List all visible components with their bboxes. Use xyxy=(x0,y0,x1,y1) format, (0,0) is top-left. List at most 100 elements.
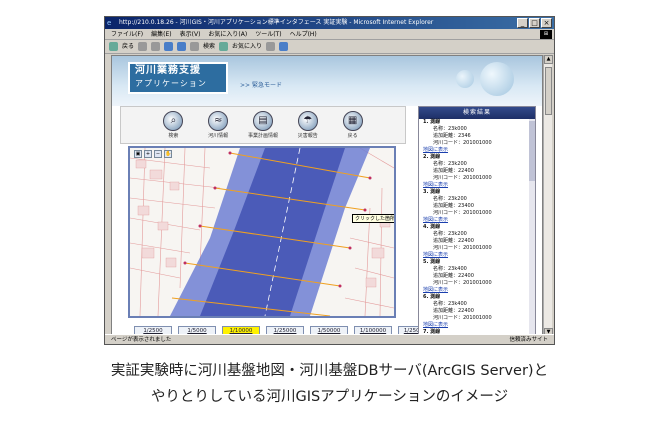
river-map[interactable] xyxy=(130,148,394,316)
result-code: 河川コード：201001000 xyxy=(433,245,492,251)
maximize-button[interactable]: □ xyxy=(529,18,540,28)
scroll-up-icon[interactable]: ▲ xyxy=(544,55,553,64)
security-zone: 信頼済みサイト xyxy=(509,337,548,343)
search-results-panel: 検索結果 1. 測線 名称：23k000 追加距離：2346 河川コード：201001… xyxy=(418,106,536,336)
result-code: 河川コード：201001000 xyxy=(433,140,492,146)
result-distance: 追加距離：22400 xyxy=(433,308,474,314)
river-info-button[interactable]: ≈ 河川情報 xyxy=(201,109,235,141)
show-on-map-link[interactable]: 地図に表示 xyxy=(423,287,535,294)
zoom-out-icon[interactable]: − xyxy=(154,150,162,158)
search-icon: ⌕ xyxy=(163,111,184,131)
ie-icon: e xyxy=(107,19,112,27)
menu-edit[interactable]: 編集(E) xyxy=(151,29,171,39)
result-number: 3. 測線 xyxy=(423,189,441,195)
result-name: 名称：23k200 xyxy=(433,231,467,237)
emergency-mode-link[interactable]: >> 緊急モード xyxy=(240,80,282,89)
search-button[interactable]: 検索 xyxy=(203,40,215,54)
forward-icon[interactable] xyxy=(138,42,148,51)
title-bar: e http://210.0.18.26 - 河川GIS・河川アプリケーション標… xyxy=(105,17,554,29)
browser-window: e http://210.0.18.26 - 河川GIS・河川アプリケーション標… xyxy=(104,16,555,345)
plan-icon: ▤ xyxy=(252,111,273,131)
result-number: 5. 測線 xyxy=(423,259,441,265)
plan-info-button[interactable]: ▤ 事業計画情報 xyxy=(246,109,280,141)
result-code: 河川コード：201001000 xyxy=(433,315,492,321)
windows-logo-icon: ⊞ xyxy=(540,30,552,39)
return-button[interactable]: ▦ 戻る xyxy=(336,109,370,141)
result-number: 2. 測線 xyxy=(423,154,441,160)
menu-tools[interactable]: ツール(T) xyxy=(255,29,281,39)
app-banner: 河川業務支援 アプリケーション >> 緊急モード xyxy=(112,56,542,106)
show-on-map-link[interactable]: 地図に表示 xyxy=(423,322,535,329)
result-distance: 追加距離：2346 xyxy=(433,133,471,139)
page-scrollbar[interactable]: ▲ ▼ xyxy=(543,55,553,337)
result-distance: 追加距離：22400 xyxy=(433,238,474,244)
result-number: 1. 測線 xyxy=(423,119,441,125)
save-icon[interactable]: ▣ xyxy=(134,150,142,158)
result-distance: 追加距離：23400 xyxy=(433,203,474,209)
map-tooltip: クリックした箇所に存在する地物を表示します xyxy=(352,214,394,223)
mail-icon[interactable] xyxy=(279,42,289,51)
result-item: 4. 測線 名称：23k200 追加距離：22400 河川コード：201001000 地… xyxy=(419,224,535,259)
favorites-icon[interactable] xyxy=(219,42,229,51)
function-label: 事業計画情報 xyxy=(247,133,278,139)
results-list: 1. 測線 名称：23k000 追加距離：2346 河川コード：201001000 地図… xyxy=(419,119,535,336)
history-icon[interactable] xyxy=(266,42,276,51)
result-item: 6. 測線 名称：23k400 追加距離：22400 河川コード：201001000 地… xyxy=(419,294,535,329)
result-code: 河川コード：201001000 xyxy=(433,210,492,216)
show-on-map-link[interactable]: 地図に表示 xyxy=(423,217,535,224)
result-distance: 追加距離：22400 xyxy=(433,273,474,279)
results-title: 検索結果 xyxy=(419,107,535,119)
status-text: ページが表示されました xyxy=(111,337,172,343)
decorative-bubble xyxy=(456,70,474,88)
result-name: 名称：23k400 xyxy=(433,301,467,307)
search-icon[interactable] xyxy=(190,42,200,51)
function-label: 災害報告 xyxy=(297,133,318,139)
window-title: http://210.0.18.26 - 河川GIS・河川アプリケーション標準イ… xyxy=(119,19,434,26)
menu-bar: ファイル(F) 編集(E) 表示(V) お気に入り(A) ツール(T) ヘルプ(… xyxy=(105,29,554,40)
function-label: 戻る xyxy=(347,133,358,139)
menu-file[interactable]: ファイル(F) xyxy=(111,29,143,39)
result-number: 4. 測線 xyxy=(423,224,441,230)
menu-help[interactable]: ヘルプ(H) xyxy=(290,29,317,39)
minimize-button[interactable]: _ xyxy=(517,18,528,28)
map-view[interactable]: ▣ + − ✋ クリックした箇所に存在する地物を表示します xyxy=(128,146,396,318)
result-name: 名称：23k200 xyxy=(433,161,467,167)
stop-icon[interactable] xyxy=(151,42,161,51)
page-content: 河川業務支援 アプリケーション >> 緊急モード ⌕ 検索 ≈ 河川情報 ▤ 事… xyxy=(111,55,543,337)
home-icon[interactable] xyxy=(177,42,187,51)
result-number: 6. 測線 xyxy=(423,294,441,300)
search-function-button[interactable]: ⌕ 検索 xyxy=(156,109,190,141)
zoom-in-icon[interactable]: + xyxy=(144,150,152,158)
app-logo-title: 河川業務支援 xyxy=(135,65,201,76)
map-tools: ▣ + − ✋ xyxy=(134,150,172,158)
refresh-icon[interactable] xyxy=(164,42,174,51)
decorative-bubble xyxy=(480,62,514,96)
function-toolbar: ⌕ 検索 ≈ 河川情報 ▤ 事業計画情報 ☂ 災害報告 ▦ 戻る xyxy=(120,106,406,144)
function-label: 検索 xyxy=(168,133,179,139)
figure-caption: 実証実験時に河川基盤地図・河川基盤DBサーバ(ArcGIS Server)と や… xyxy=(0,358,659,410)
toolbar: 戻る 検索 お気に入り xyxy=(105,40,554,54)
return-icon: ▦ xyxy=(342,111,363,131)
menu-favorites[interactable]: お気に入り(A) xyxy=(208,29,247,39)
disaster-report-button[interactable]: ☂ 災害報告 xyxy=(291,109,325,141)
result-code: 河川コード：201001000 xyxy=(433,175,492,181)
menu-view[interactable]: 表示(V) xyxy=(180,29,201,39)
back-icon[interactable] xyxy=(109,42,118,51)
result-item: 2. 測線 名称：23k200 追加距離：22400 河川コード：201001000 地… xyxy=(419,154,535,189)
result-item: 3. 測線 名称：23k200 追加距離：23400 河川コード：201001000 地… xyxy=(419,189,535,224)
result-distance: 追加距離：22400 xyxy=(433,168,474,174)
close-button[interactable]: × xyxy=(541,18,552,28)
favorites-button[interactable]: お気に入り xyxy=(232,40,262,54)
app-logo-subtitle: アプリケーション xyxy=(135,79,207,88)
result-item: 1. 測線 名称：23k000 追加距離：2346 河川コード：201001000 地図… xyxy=(419,119,535,154)
scroll-thumb[interactable] xyxy=(545,67,552,115)
caption-line-1: 実証実験時に河川基盤地図・河川基盤DBサーバ(ArcGIS Server)と xyxy=(110,363,549,379)
result-name: 名称：23k400 xyxy=(433,266,467,272)
show-on-map-link[interactable]: 地図に表示 xyxy=(423,147,535,154)
caption-line-2: やりとりしている河川GISアプリケーションのイメージ xyxy=(150,389,509,405)
show-on-map-link[interactable]: 地図に表示 xyxy=(423,252,535,259)
back-button[interactable]: 戻る xyxy=(122,40,134,54)
pan-icon[interactable]: ✋ xyxy=(164,150,172,158)
results-scrollbar[interactable] xyxy=(529,119,535,336)
show-on-map-link[interactable]: 地図に表示 xyxy=(423,182,535,189)
